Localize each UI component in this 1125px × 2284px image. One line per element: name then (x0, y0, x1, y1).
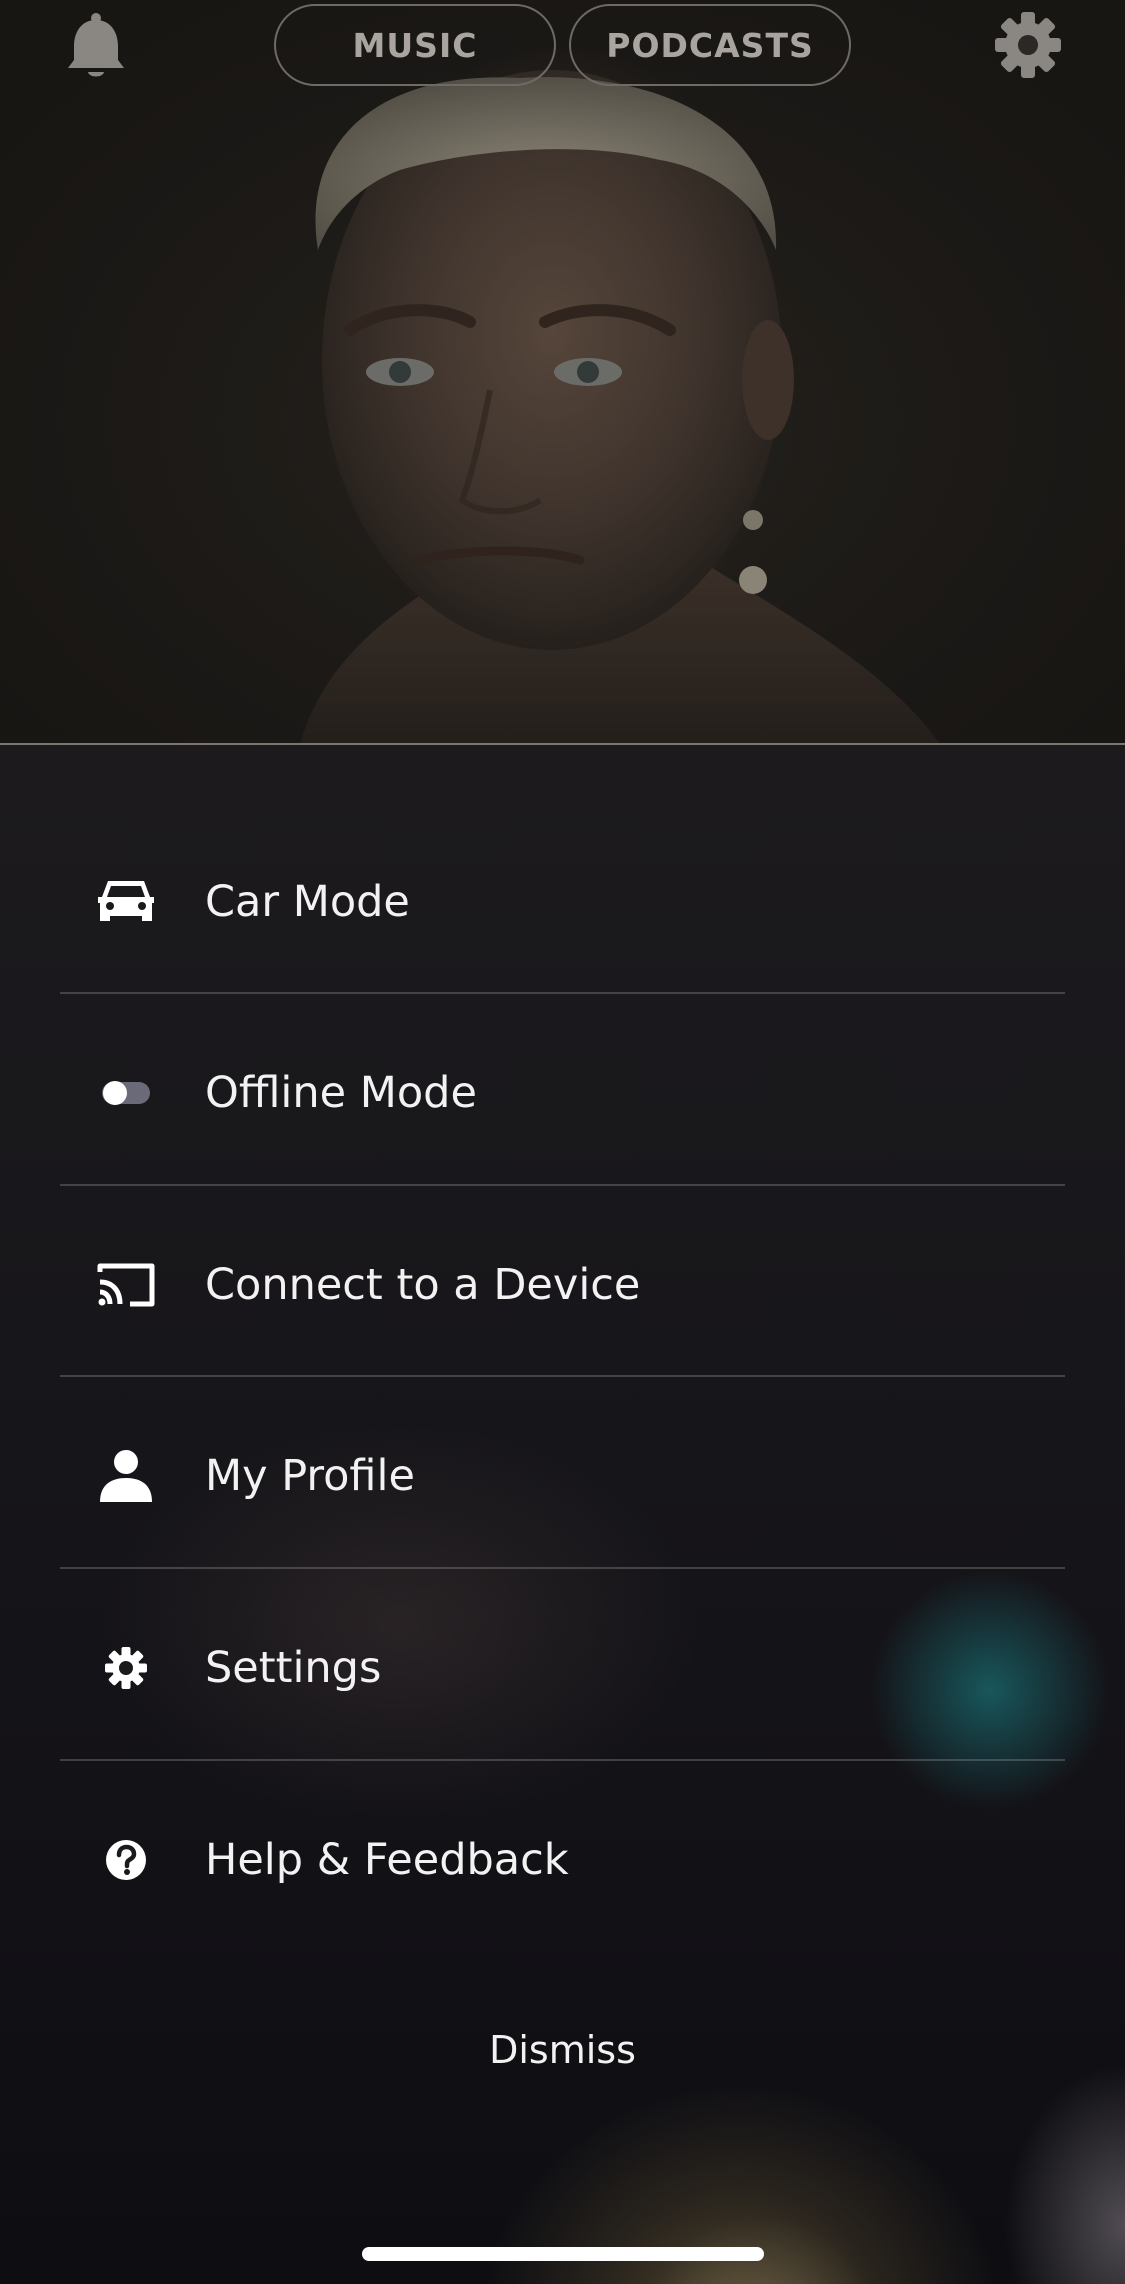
home-indicator[interactable] (362, 2247, 764, 2261)
artist-portrait-image (0, 0, 1125, 744)
menu-divider (60, 1184, 1065, 1186)
cast-icon (92, 1251, 160, 1319)
bell-icon[interactable] (64, 12, 128, 82)
menu-item-car-mode[interactable]: Car Mode (0, 807, 1125, 997)
artist-artwork (0, 0, 1125, 744)
menu-item-connect-device[interactable]: Connect to a Device (0, 1190, 1125, 1380)
tab-podcasts[interactable]: PODCASTS (569, 4, 851, 86)
menu-item-label: Car Mode (205, 877, 410, 927)
top-bar: MUSIC PODCASTS (0, 0, 1125, 92)
person-icon (92, 1442, 160, 1510)
tab-podcasts-label: PODCASTS (606, 25, 814, 65)
menu-item-label: Connect to a Device (205, 1260, 641, 1310)
menu-item-label: Settings (205, 1643, 382, 1693)
menu-divider (60, 1375, 1065, 1377)
menu-divider (60, 1759, 1065, 1761)
menu-item-help-feedback[interactable]: Help & Feedback (0, 1765, 1125, 1955)
car-icon (92, 868, 160, 936)
gear-icon[interactable] (993, 10, 1063, 80)
screen: MUSIC PODCASTS Car Mode Offline Mode Con… (0, 0, 1125, 2284)
gear-icon (92, 1634, 160, 1702)
menu-item-settings[interactable]: Settings (0, 1573, 1125, 1763)
menu-divider (60, 1567, 1065, 1569)
tab-music[interactable]: MUSIC (274, 4, 556, 86)
tab-music-label: MUSIC (352, 25, 478, 65)
menu-item-label: Help & Feedback (205, 1835, 569, 1885)
menu-divider (60, 992, 1065, 994)
menu-item-label: Offline Mode (205, 1068, 477, 1118)
dismiss-button[interactable]: Dismiss (0, 2015, 1125, 2085)
help-icon (92, 1826, 160, 1894)
menu-item-offline-mode[interactable]: Offline Mode (0, 998, 1125, 1188)
menu-item-my-profile[interactable]: My Profile (0, 1381, 1125, 1571)
toggle-icon[interactable] (92, 1059, 160, 1127)
menu-item-label: My Profile (205, 1451, 415, 1501)
